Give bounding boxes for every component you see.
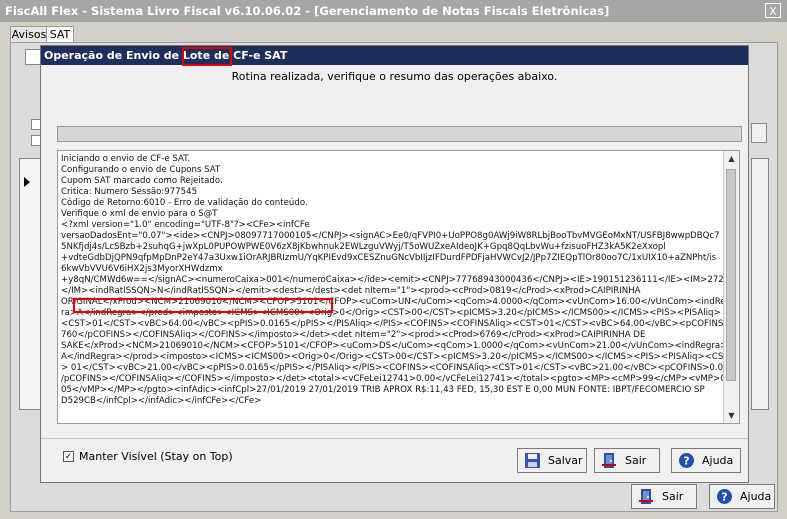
log-line: Critica: Numero Sessão:977545 [61, 187, 198, 197]
log-line: 6kwVbVVU6V6iHX2js3MyorXHWdzmx [61, 264, 223, 274]
ajuda-question-icon: ? [679, 453, 694, 468]
main-ajuda-button[interactable]: ? Ajuda [709, 484, 775, 509]
log-textarea[interactable]: Iniciando o envio de CF-e SAT. Configuran… [57, 150, 740, 424]
log-line: Iniciando o envio de CF-e SAT. [61, 154, 191, 164]
scroll-down-icon[interactable]: ▼ [724, 408, 739, 423]
main-sair-button[interactable]: Sair [631, 484, 697, 509]
main-ajuda-label: Ajuda [740, 490, 772, 503]
scroll-up-icon[interactable]: ▲ [724, 151, 739, 166]
svg-text:?: ? [721, 491, 727, 504]
dialog-ajuda-button[interactable]: ? Ajuda [671, 448, 741, 473]
title-highlight-box [182, 47, 232, 66]
ajuda-question-icon: ? [717, 489, 732, 504]
scroll-thumb[interactable] [726, 169, 736, 381]
bg-control [751, 123, 767, 143]
main-close-button[interactable]: X [765, 3, 781, 18]
log-text: Iniciando o envio de CF-e SAT. Configuran… [61, 154, 740, 407]
salvar-disk-icon [525, 453, 540, 468]
error-highlight-box [73, 298, 333, 313]
dialog-title: Operação de Envio de Lote de CF-e SAT [44, 49, 287, 62]
dialog-message: Rotina realizada, verifique o resumo das… [231, 70, 558, 83]
envio-lote-dialog: Operação de Envio de Lote de CF-e SAT Ro… [40, 45, 749, 483]
log-line: A</indRegra></prod><imposto><ICMS><ICMS0… [61, 352, 729, 362]
log-line: > 01</CST><vBC>21.00</vBC><pPIS>0.0165</… [61, 363, 740, 373]
dialog-sair-label: Sair [625, 454, 647, 467]
log-line: /pCOFINS></COFINSAliq></COFINS></imposto… [61, 374, 729, 384]
log-line: </IM><indRatISSQN>N</indRatISSQN></emit>… [61, 286, 641, 296]
row-pointer-icon [24, 177, 30, 187]
bg-scrollbar [751, 158, 769, 410]
salvar-button[interactable]: Salvar [517, 448, 587, 473]
log-line: +y8qN/CMWd6w==</signAC><numeroCaixa>001<… [61, 275, 735, 285]
log-line: <?xml version="1.0" encoding="UTF-8"?><C… [61, 220, 310, 230]
log-line: Verifique o xml de envio para o S@T [61, 209, 218, 219]
log-line: 760</pCOFINS></COFINSAliq></COFINS></imp… [61, 330, 646, 340]
bg-control [25, 49, 41, 65]
main-sair-label: Sair [662, 490, 684, 503]
log-scrollbar[interactable]: ▲ ▼ [723, 151, 739, 423]
dialog-titlebar: Operação de Envio de Lote de CF-e SAT [41, 46, 748, 66]
tab-avisos[interactable]: Avisos [10, 26, 48, 43]
log-line: SAKE</xProd><NCM>21069010</NCM><CFOP>510… [61, 341, 728, 351]
dialog-footer: ✓ Manter Visível (Stay on Top) Salvar Sa… [41, 438, 748, 483]
dialog-sair-button[interactable]: Sair [594, 448, 660, 473]
sair-door-icon [639, 489, 653, 504]
log-line: Configurando o envio de Cupons SAT [61, 165, 221, 175]
dialog-ajuda-label: Ajuda [702, 454, 734, 467]
log-line: 5NKfjdj4s/LcSBzb+2suhqG+jwXpL0PUPOWPWE0V… [61, 242, 666, 252]
main-window-title: FiscAll Flex - Sistema Livro Fiscal v6.1… [5, 4, 610, 18]
tab-sat[interactable]: SAT [46, 26, 74, 43]
keep-visible-label: Manter Visível (Stay on Top) [79, 450, 233, 463]
sair-door-icon [602, 453, 616, 468]
progress-bar [57, 126, 742, 142]
log-line: <CST>01</CST><vBC>64.00</vBC><pPIS>0.016… [61, 319, 740, 329]
log-line: +vdteGdbDjQPN9qfpMpDnP2eY47a3Uxw1iOrARJB… [61, 253, 717, 263]
log-line: Cupom SAT marcado como Rejeitado. [61, 176, 223, 186]
log-line: versaoDadosEnt="0.07"><ide><CNPJ>0809771… [61, 231, 720, 241]
keep-visible-checkbox[interactable]: ✓ [63, 451, 74, 462]
log-line: D529CB</infCpl></infAdic></infCFe></CFe> [61, 396, 262, 406]
salvar-label: Salvar [548, 454, 583, 467]
log-line: 05</vMP></MP></pgto><infAdic><infCpl>27/… [61, 385, 705, 395]
dialog-title-highlight: CF-e SAT [233, 49, 288, 62]
log-line: Código de Retorno:6010 - Erro de validaç… [61, 198, 308, 208]
svg-text:?: ? [683, 455, 689, 468]
main-titlebar: FiscAll Flex - Sistema Livro Fiscal v6.1… [0, 0, 787, 22]
